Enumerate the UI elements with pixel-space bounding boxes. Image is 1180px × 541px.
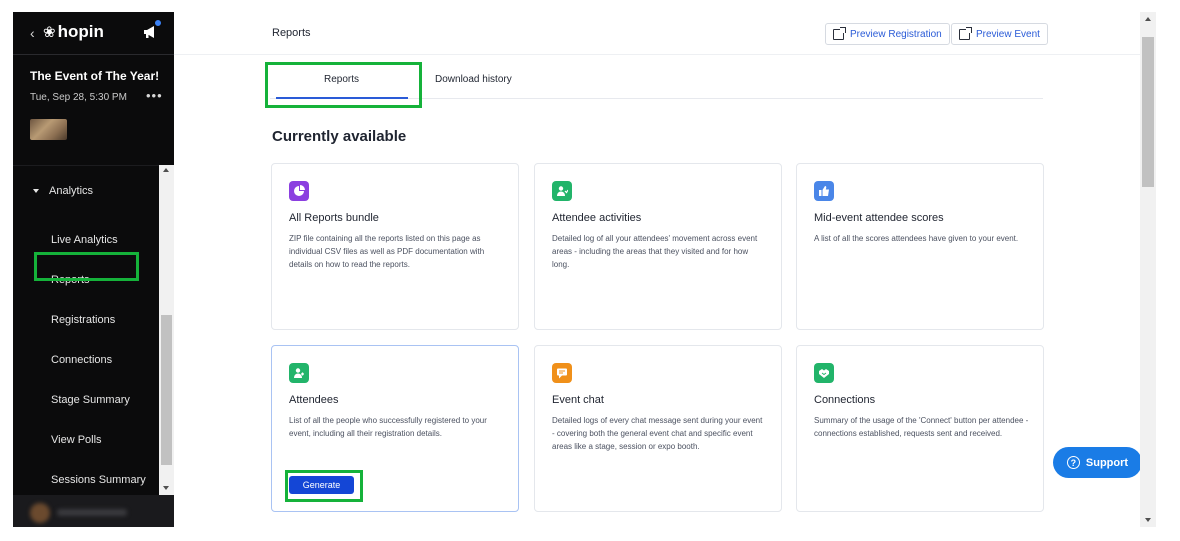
event-title: The Event of The Year! bbox=[30, 69, 160, 83]
nav-group-label: Analytics bbox=[49, 185, 94, 197]
card-description: Detailed logs of every chat message sent… bbox=[552, 416, 763, 451]
help-icon: ? bbox=[1066, 456, 1080, 469]
user-name-blurred bbox=[57, 509, 127, 516]
notification-dot bbox=[154, 19, 162, 27]
page-title: Reports bbox=[272, 27, 311, 39]
external-link-icon bbox=[959, 26, 972, 40]
preview-event-label: Preview Event bbox=[976, 28, 1040, 40]
nav-group-analytics[interactable]: Analytics bbox=[33, 185, 93, 197]
scroll-up-icon[interactable] bbox=[163, 168, 169, 172]
card-title: All Reports bundle bbox=[289, 212, 379, 224]
highlight-box-tab bbox=[265, 62, 422, 108]
chat-icon bbox=[552, 363, 572, 383]
report-card-event-chat[interactable]: Event chat Detailed logs of every chat m… bbox=[534, 345, 782, 512]
sidebar-item-sessions-summary[interactable]: Sessions Summary bbox=[51, 474, 146, 486]
sidebar: ‹ ❀ hopin The Event of The Year! Tue, Se… bbox=[13, 12, 174, 527]
hopin-logo-icon: ❀ bbox=[43, 24, 56, 41]
report-card-connections[interactable]: Connections Summary of the usage of the … bbox=[796, 345, 1044, 512]
card-title: Connections bbox=[814, 394, 876, 406]
avatar bbox=[30, 503, 50, 523]
card-title: Attendees bbox=[289, 394, 339, 406]
more-options-icon[interactable]: ••• bbox=[146, 88, 163, 103]
card-description: List of all the people who successfully … bbox=[289, 416, 487, 438]
scroll-down-icon[interactable] bbox=[163, 486, 169, 490]
card-title: Event chat bbox=[552, 394, 604, 406]
preview-registration-label: Preview Registration bbox=[850, 28, 942, 40]
report-card-attendees[interactable]: Attendees List of all the people who suc… bbox=[271, 345, 519, 512]
external-link-icon bbox=[833, 26, 846, 40]
section-title: Currently available bbox=[272, 128, 407, 145]
card-title: Attendee activities bbox=[552, 212, 642, 224]
scroll-up-icon[interactable] bbox=[1145, 17, 1151, 21]
event-date: Tue, Sep 28, 5:30 PM bbox=[30, 92, 127, 103]
card-description: ZIP file containing all the reports list… bbox=[289, 234, 485, 269]
main-header: Reports Preview Registration Preview Eve… bbox=[174, 12, 1140, 55]
card-description: A list of all the scores attendees have … bbox=[814, 234, 1019, 243]
scroll-down-icon[interactable] bbox=[1145, 518, 1151, 522]
preview-event-button[interactable]: Preview Event bbox=[951, 23, 1048, 45]
scrollbar-thumb[interactable] bbox=[1142, 37, 1154, 187]
sidebar-item-view-polls[interactable]: View Polls bbox=[51, 434, 102, 446]
card-title: Mid-event attendee scores bbox=[814, 212, 944, 224]
pie-chart-icon bbox=[289, 181, 309, 201]
tab-download-history[interactable]: Download history bbox=[435, 74, 512, 85]
card-description: Detailed log of all your attendees' move… bbox=[552, 234, 758, 269]
user-activity-icon bbox=[552, 181, 572, 201]
sidebar-header: ‹ ❀ hopin bbox=[13, 12, 174, 55]
report-card-mid-event-scores[interactable]: Mid-event attendee scores A list of all … bbox=[796, 163, 1044, 330]
card-description: Summary of the usage of the 'Connect' bu… bbox=[814, 416, 1029, 438]
sidebar-item-stage-summary[interactable]: Stage Summary bbox=[51, 394, 130, 406]
sidebar-scrollbar[interactable] bbox=[159, 165, 174, 495]
highlight-box-reports bbox=[34, 252, 139, 281]
sidebar-item-registrations[interactable]: Registrations bbox=[51, 314, 115, 326]
sidebar-item-live-analytics[interactable]: Live Analytics bbox=[51, 234, 118, 246]
report-tabs: Reports Download history bbox=[265, 62, 1043, 108]
thumbs-up-icon bbox=[814, 181, 834, 201]
hopin-logo[interactable]: ❀ hopin bbox=[43, 22, 104, 42]
scrollbar-thumb[interactable] bbox=[161, 315, 172, 465]
logo-text: hopin bbox=[57, 22, 104, 41]
user-profile[interactable] bbox=[13, 495, 174, 527]
report-card-attendee-activities[interactable]: Attendee activities Detailed log of all … bbox=[534, 163, 782, 330]
page-scrollbar[interactable] bbox=[1140, 12, 1156, 527]
sidebar-item-connections[interactable]: Connections bbox=[51, 354, 112, 366]
back-arrow-icon[interactable]: ‹ bbox=[30, 25, 35, 41]
preview-registration-button[interactable]: Preview Registration bbox=[825, 23, 950, 45]
report-card-all-reports-bundle[interactable]: All Reports bundle ZIP file containing a… bbox=[271, 163, 519, 330]
handshake-icon bbox=[814, 363, 834, 383]
event-thumbnail bbox=[30, 119, 67, 140]
highlight-box-generate bbox=[285, 470, 363, 502]
sidebar-nav: Analytics Live Analytics Reports Registr… bbox=[13, 165, 174, 495]
users-icon bbox=[289, 363, 309, 383]
support-button[interactable]: ? Support bbox=[1053, 447, 1142, 478]
support-label: Support bbox=[1085, 456, 1129, 469]
caret-down-icon bbox=[33, 189, 39, 193]
